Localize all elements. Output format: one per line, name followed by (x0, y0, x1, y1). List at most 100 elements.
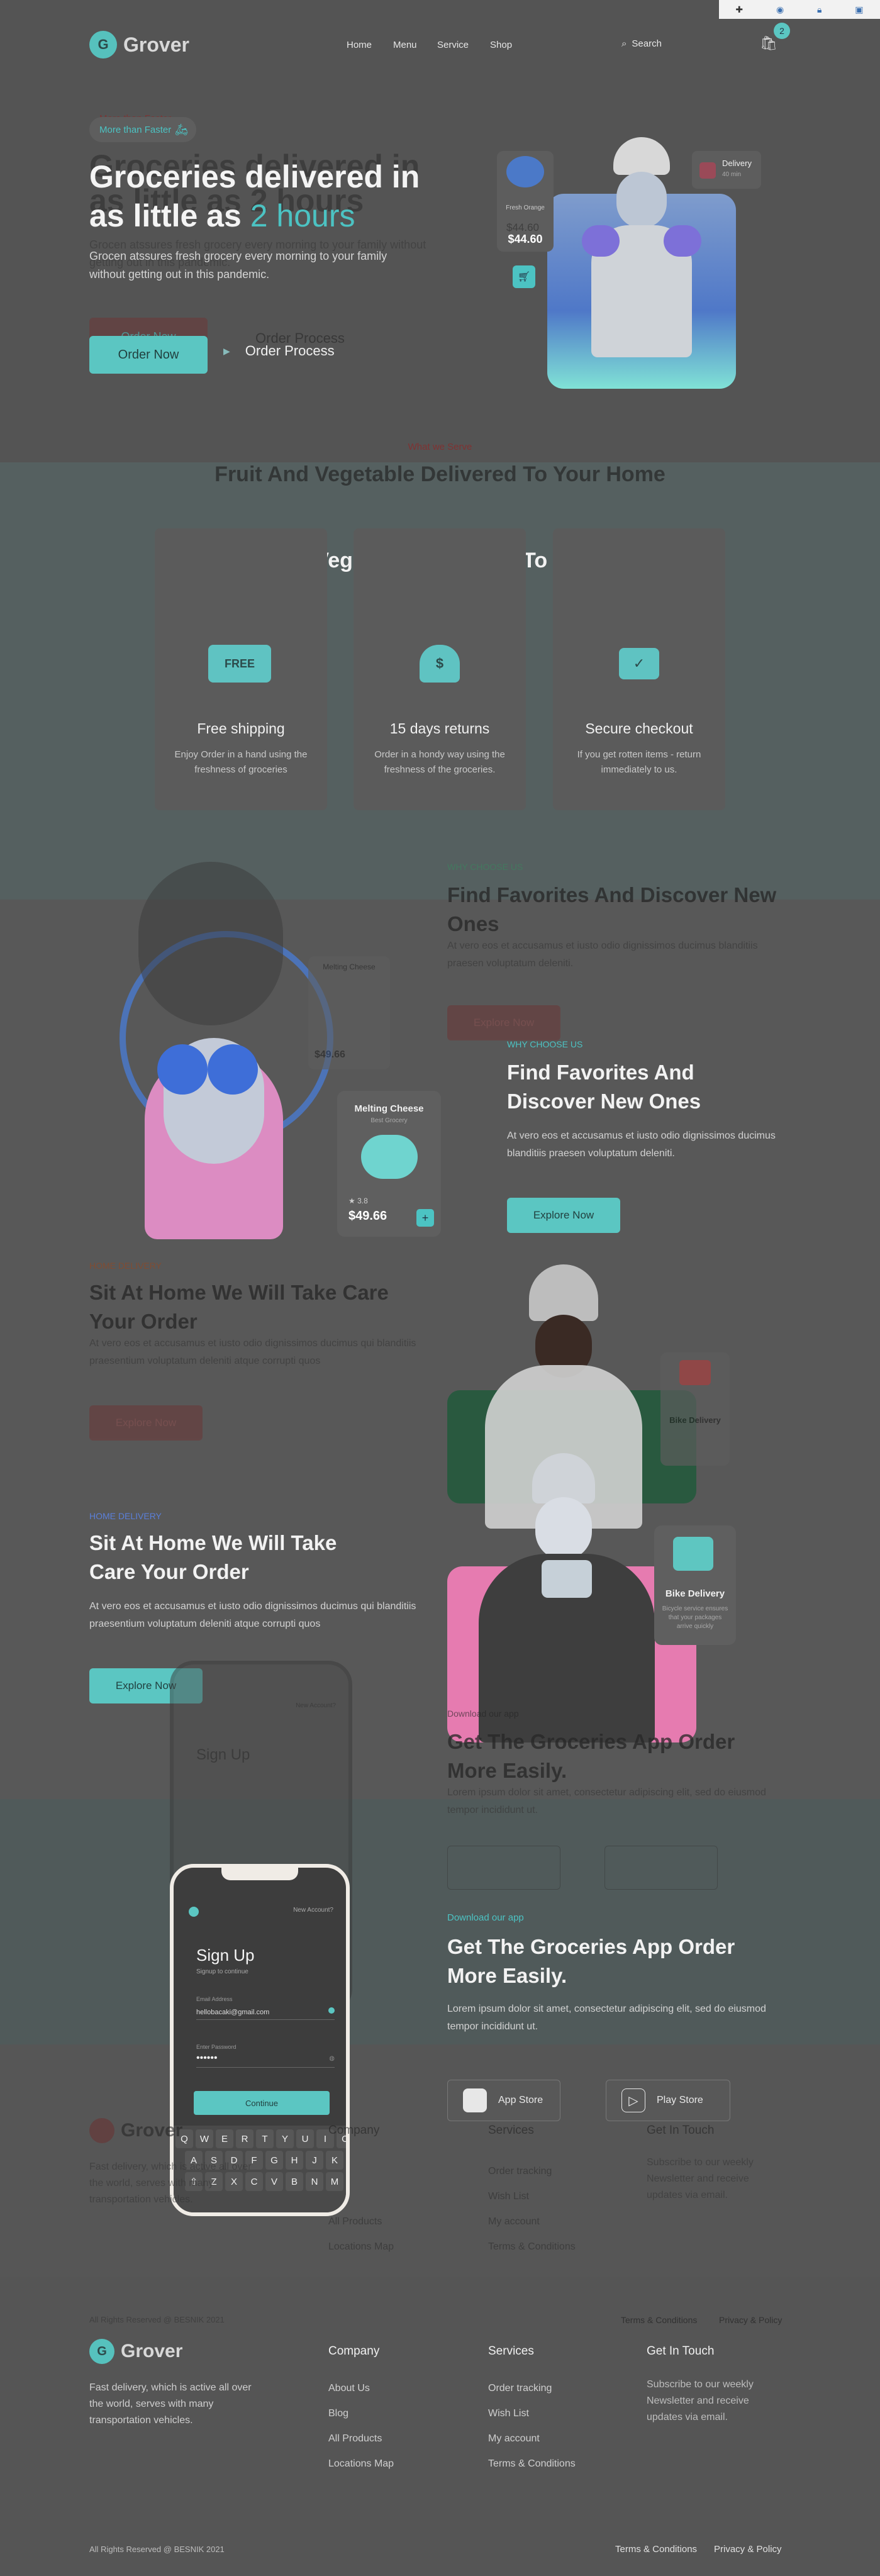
cart-button[interactable]: 🛍︎ 2 (760, 23, 790, 54)
phone-email-label: Email Address (196, 1996, 233, 2002)
footer-ghost-terms: Terms & Conditions (621, 2315, 698, 2325)
delivery-eyebrow: HOME DELIVERY (89, 1511, 162, 1521)
delivery-label: Delivery (722, 159, 752, 168)
footer-ghost-company: Company (328, 2124, 380, 2137)
phone-password-label: Enter Password (196, 2044, 237, 2050)
delivery-ghost-text: At vero eos et accusamus et iusto odio d… (89, 1338, 416, 1366)
phone-email-value: hellobacaki@gmail.com (196, 2009, 270, 2016)
feature-card-shipping: FREE Free shipping Enjoy Order in a hand… (155, 528, 327, 810)
nav-logo[interactable]: G Grover (89, 31, 189, 59)
product-card-cheese[interactable]: Melting Cheese Best Grocery ★ 3.8 $49.66… (337, 1091, 441, 1237)
app-title-line2: More Easily. (447, 1964, 567, 1987)
footer-ghost-brand: Grover (121, 2120, 183, 2141)
plus-icon[interactable]: ✚ (735, 4, 743, 15)
keyboard-key[interactable]: N (306, 2172, 323, 2191)
keyboard-key[interactable]: K (326, 2151, 343, 2170)
search-button[interactable]: ⌕ Search (621, 38, 662, 49)
show-password-icon[interactable]: ◍ (329, 2055, 335, 2062)
keyboard-key[interactable]: B (286, 2172, 303, 2191)
hero-image-chef (579, 137, 705, 376)
hero-title-line2: as little as 2 hours (89, 198, 355, 233)
phone-new-account[interactable]: New Account? (293, 1907, 333, 1914)
footer-link-products[interactable]: All Products (328, 2433, 382, 2445)
keyboard-key[interactable]: R (236, 2129, 253, 2148)
keyboard-key[interactable]: T (256, 2129, 274, 2148)
footer-ghost-company-links: All Products Locations Map (328, 2216, 394, 2252)
footer-touch-text: Subscribe to our weekly Newsletter and r… (647, 2379, 754, 2423)
add-to-cart-button[interactable]: + (416, 1209, 434, 1227)
hero-title: Groceries delivered in as little as 2 ho… (89, 157, 420, 235)
app-eyebrow: Download our app (447, 1912, 524, 1923)
keyboard-key[interactable]: ⌫ (346, 2172, 350, 2191)
footer-link-about[interactable]: About Us (328, 2383, 370, 2394)
delivery-icon (699, 162, 716, 179)
checkout-icon: ✓ (619, 648, 659, 679)
product-rating: ★ 3.8 (348, 1196, 368, 1205)
phone-email-field[interactable]: hellobacaki@gmail.com (196, 2006, 335, 2020)
keyboard-key[interactable]: E (216, 2129, 233, 2148)
keyboard-key[interactable]: Y (276, 2129, 294, 2148)
hero-add-cart-button[interactable]: 🛒︎ (513, 265, 535, 288)
order-process-link[interactable]: ▶ Order Process (223, 343, 335, 359)
footer-link-wishlist[interactable]: Wish List (488, 2408, 529, 2419)
apple-icon (463, 2088, 487, 2112)
favorites-ghost-eyebrow: WHY CHOOSE US (447, 862, 523, 872)
footer-services-title: Services (488, 2345, 534, 2358)
keyboard-key[interactable]: W (196, 2129, 213, 2148)
phone-back-icon[interactable] (189, 1907, 199, 1917)
feature-card-checkout: ✓ Secure checkout If you get rotten item… (553, 528, 725, 810)
keyboard-key[interactable]: V (265, 2172, 283, 2191)
footer-link-blog[interactable]: Blog (328, 2408, 348, 2419)
search-label: Search (632, 38, 662, 49)
app-ghost-title: Get The Groceries App Order More Easily. (447, 1730, 735, 1782)
play-store-button[interactable]: ▷ Play Store (606, 2080, 730, 2121)
hero-description: Grocen atssures fresh grocery every morn… (89, 250, 387, 281)
keyboard-key[interactable]: L (346, 2151, 350, 2170)
play-store-label: Play Store (657, 2095, 703, 2105)
footer-terms-link[interactable]: Terms & Conditions (615, 2544, 697, 2555)
favorites-image (94, 856, 359, 1283)
hero-badge: More than Faster 🛵︎ (89, 117, 197, 142)
ghost-product-price: $49.66 (315, 1049, 345, 1060)
product-price: $49.66 (348, 1209, 387, 1223)
footer-link-tracking[interactable]: Order tracking (488, 2383, 552, 2394)
delivery-ghost-title: Sit At Home We Will Take Care Your Order (89, 1281, 389, 1333)
keyboard-key[interactable]: G (265, 2151, 283, 2170)
services-ghost-eyebrow: What we Serve (408, 442, 472, 452)
product-name: Fresh Orange (506, 204, 545, 211)
keyboard-key[interactable]: U (296, 2129, 314, 2148)
footer-link-locations[interactable]: Locations Map (328, 2458, 394, 2470)
favorites-explore-button[interactable]: Explore Now (507, 1198, 620, 1233)
footer-ghost-logo: Grover (89, 2118, 182, 2143)
lock-icon[interactable]: 🔒︎ (817, 4, 822, 15)
footer-link-account[interactable]: My account (488, 2433, 540, 2445)
product-image (506, 156, 544, 187)
nav-link-home[interactable]: Home (347, 40, 372, 50)
app-ghost-text: Lorem ipsum dolor sit amet, consectetur … (447, 1787, 766, 1815)
footer-company-title: Company (328, 2345, 380, 2358)
phone-continue-button[interactable]: Continue (194, 2091, 330, 2115)
delivery-ghost-eyebrow: HOME DELIVERY (89, 1261, 162, 1271)
hero-product-card[interactable]: Fresh Orange $44.60 (497, 151, 554, 252)
keyboard-key[interactable]: M (326, 2172, 343, 2191)
delivery-text: At vero eos et accusamus et iusto odio d… (89, 1601, 416, 1629)
footer-privacy-link[interactable]: Privacy & Policy (714, 2544, 782, 2555)
bookmark-icon[interactable]: ▣ (855, 4, 863, 15)
footer-logo[interactable]: G Grover (89, 2339, 182, 2364)
nav-link-shop[interactable]: Shop (490, 40, 512, 50)
feature-title: Secure checkout (585, 720, 693, 737)
nav-link-service[interactable]: Service (437, 40, 469, 50)
favorites-eyebrow: WHY CHOOSE US (507, 1039, 583, 1049)
app-store-button[interactable]: App Store (447, 2080, 560, 2121)
keyboard-key[interactable]: J (306, 2151, 323, 2170)
order-now-button[interactable]: Order Now (89, 336, 208, 374)
footer-link-terms[interactable]: Terms & Conditions (488, 2458, 576, 2470)
keyboard-key[interactable]: H (286, 2151, 303, 2170)
phone-subtitle: Signup to continue (196, 1968, 248, 1975)
favorites-title: Find Favorites And Discover New Ones (507, 1058, 701, 1116)
play-store-icon: ▷ (621, 2088, 645, 2112)
nav-link-menu[interactable]: Menu (393, 40, 417, 50)
eye-icon[interactable]: ◉ (776, 4, 784, 15)
phone-password-field[interactable]: •••••• ◍ (196, 2053, 335, 2068)
cart-count-badge: 2 (774, 23, 790, 39)
